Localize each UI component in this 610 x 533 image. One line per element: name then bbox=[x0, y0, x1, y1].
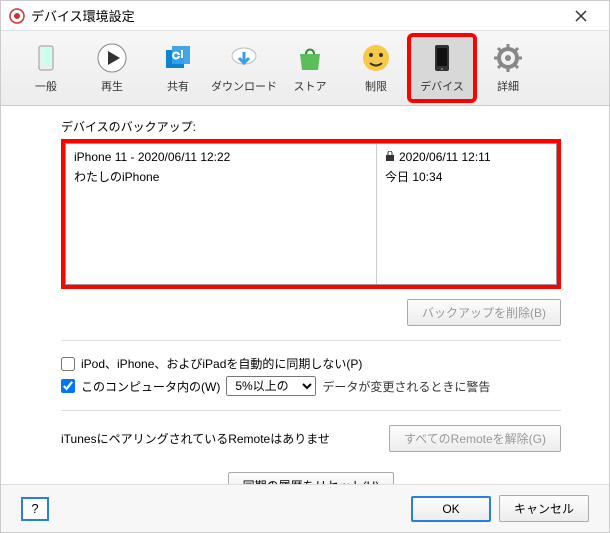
store-icon bbox=[294, 42, 326, 74]
tab-general[interactable]: 一般 bbox=[13, 35, 79, 101]
play-icon bbox=[96, 42, 128, 74]
separator bbox=[61, 340, 561, 341]
help-button[interactable]: ? bbox=[21, 497, 49, 521]
close-button[interactable] bbox=[561, 2, 601, 30]
lock-icon bbox=[385, 150, 395, 164]
window-title: デバイス環境設定 bbox=[31, 6, 561, 25]
percent-select[interactable]: 5%以上の bbox=[226, 376, 316, 396]
warn-suffix: データが変更されるときに警告 bbox=[322, 378, 490, 395]
backups-list[interactable]: iPhone 11 - 2020/06/11 12:22 わたしのiPhone … bbox=[61, 139, 561, 289]
no-auto-sync-label: iPod、iPhone、およびiPadを自動的に同期しない(P) bbox=[81, 355, 362, 372]
device-icon bbox=[426, 42, 458, 74]
warn-checkbox[interactable] bbox=[61, 379, 75, 393]
separator bbox=[61, 410, 561, 411]
tab-sharing[interactable]: 共有 bbox=[145, 35, 211, 101]
backups-label: デバイスのバックアップ: bbox=[61, 118, 561, 135]
tab-downloads[interactable]: ダウンロード bbox=[211, 35, 277, 101]
cancel-button[interactable]: キャンセル bbox=[499, 495, 589, 522]
backup-name[interactable]: わたしのiPhone bbox=[74, 166, 368, 187]
tab-devices[interactable]: デバイス bbox=[409, 35, 475, 101]
tab-advanced[interactable]: 詳細 bbox=[475, 35, 541, 101]
backup-date[interactable]: 2020/06/11 12:11 bbox=[385, 148, 548, 166]
backup-date[interactable]: 今日 10:34 bbox=[385, 166, 548, 187]
backup-name[interactable]: iPhone 11 - 2020/06/11 12:22 bbox=[74, 148, 368, 166]
delete-backup-button[interactable]: バックアップを削除(B) bbox=[407, 299, 561, 326]
download-icon bbox=[228, 42, 260, 74]
gear-icon bbox=[492, 42, 524, 74]
prefs-toolbar: 一般 再生 共有 ダウンロード ストア 制限 デバイス 詳細 bbox=[1, 31, 609, 106]
tab-restrictions[interactable]: 制限 bbox=[343, 35, 409, 101]
warn-prefix: このコンピュータ内の(W) bbox=[81, 378, 220, 395]
tab-store[interactable]: ストア bbox=[277, 35, 343, 101]
ok-button[interactable]: OK bbox=[411, 496, 491, 522]
no-auto-sync-checkbox[interactable] bbox=[61, 357, 75, 371]
remote-status-text: iTunesにペアリングされているRemoteはありませ bbox=[61, 430, 330, 447]
tab-playback[interactable]: 再生 bbox=[79, 35, 145, 101]
general-icon bbox=[30, 42, 62, 74]
itunes-icon bbox=[9, 8, 25, 24]
remove-remotes-button[interactable]: すべてのRemoteを解除(G) bbox=[389, 425, 561, 452]
restrictions-icon bbox=[360, 42, 392, 74]
sharing-icon bbox=[162, 42, 194, 74]
